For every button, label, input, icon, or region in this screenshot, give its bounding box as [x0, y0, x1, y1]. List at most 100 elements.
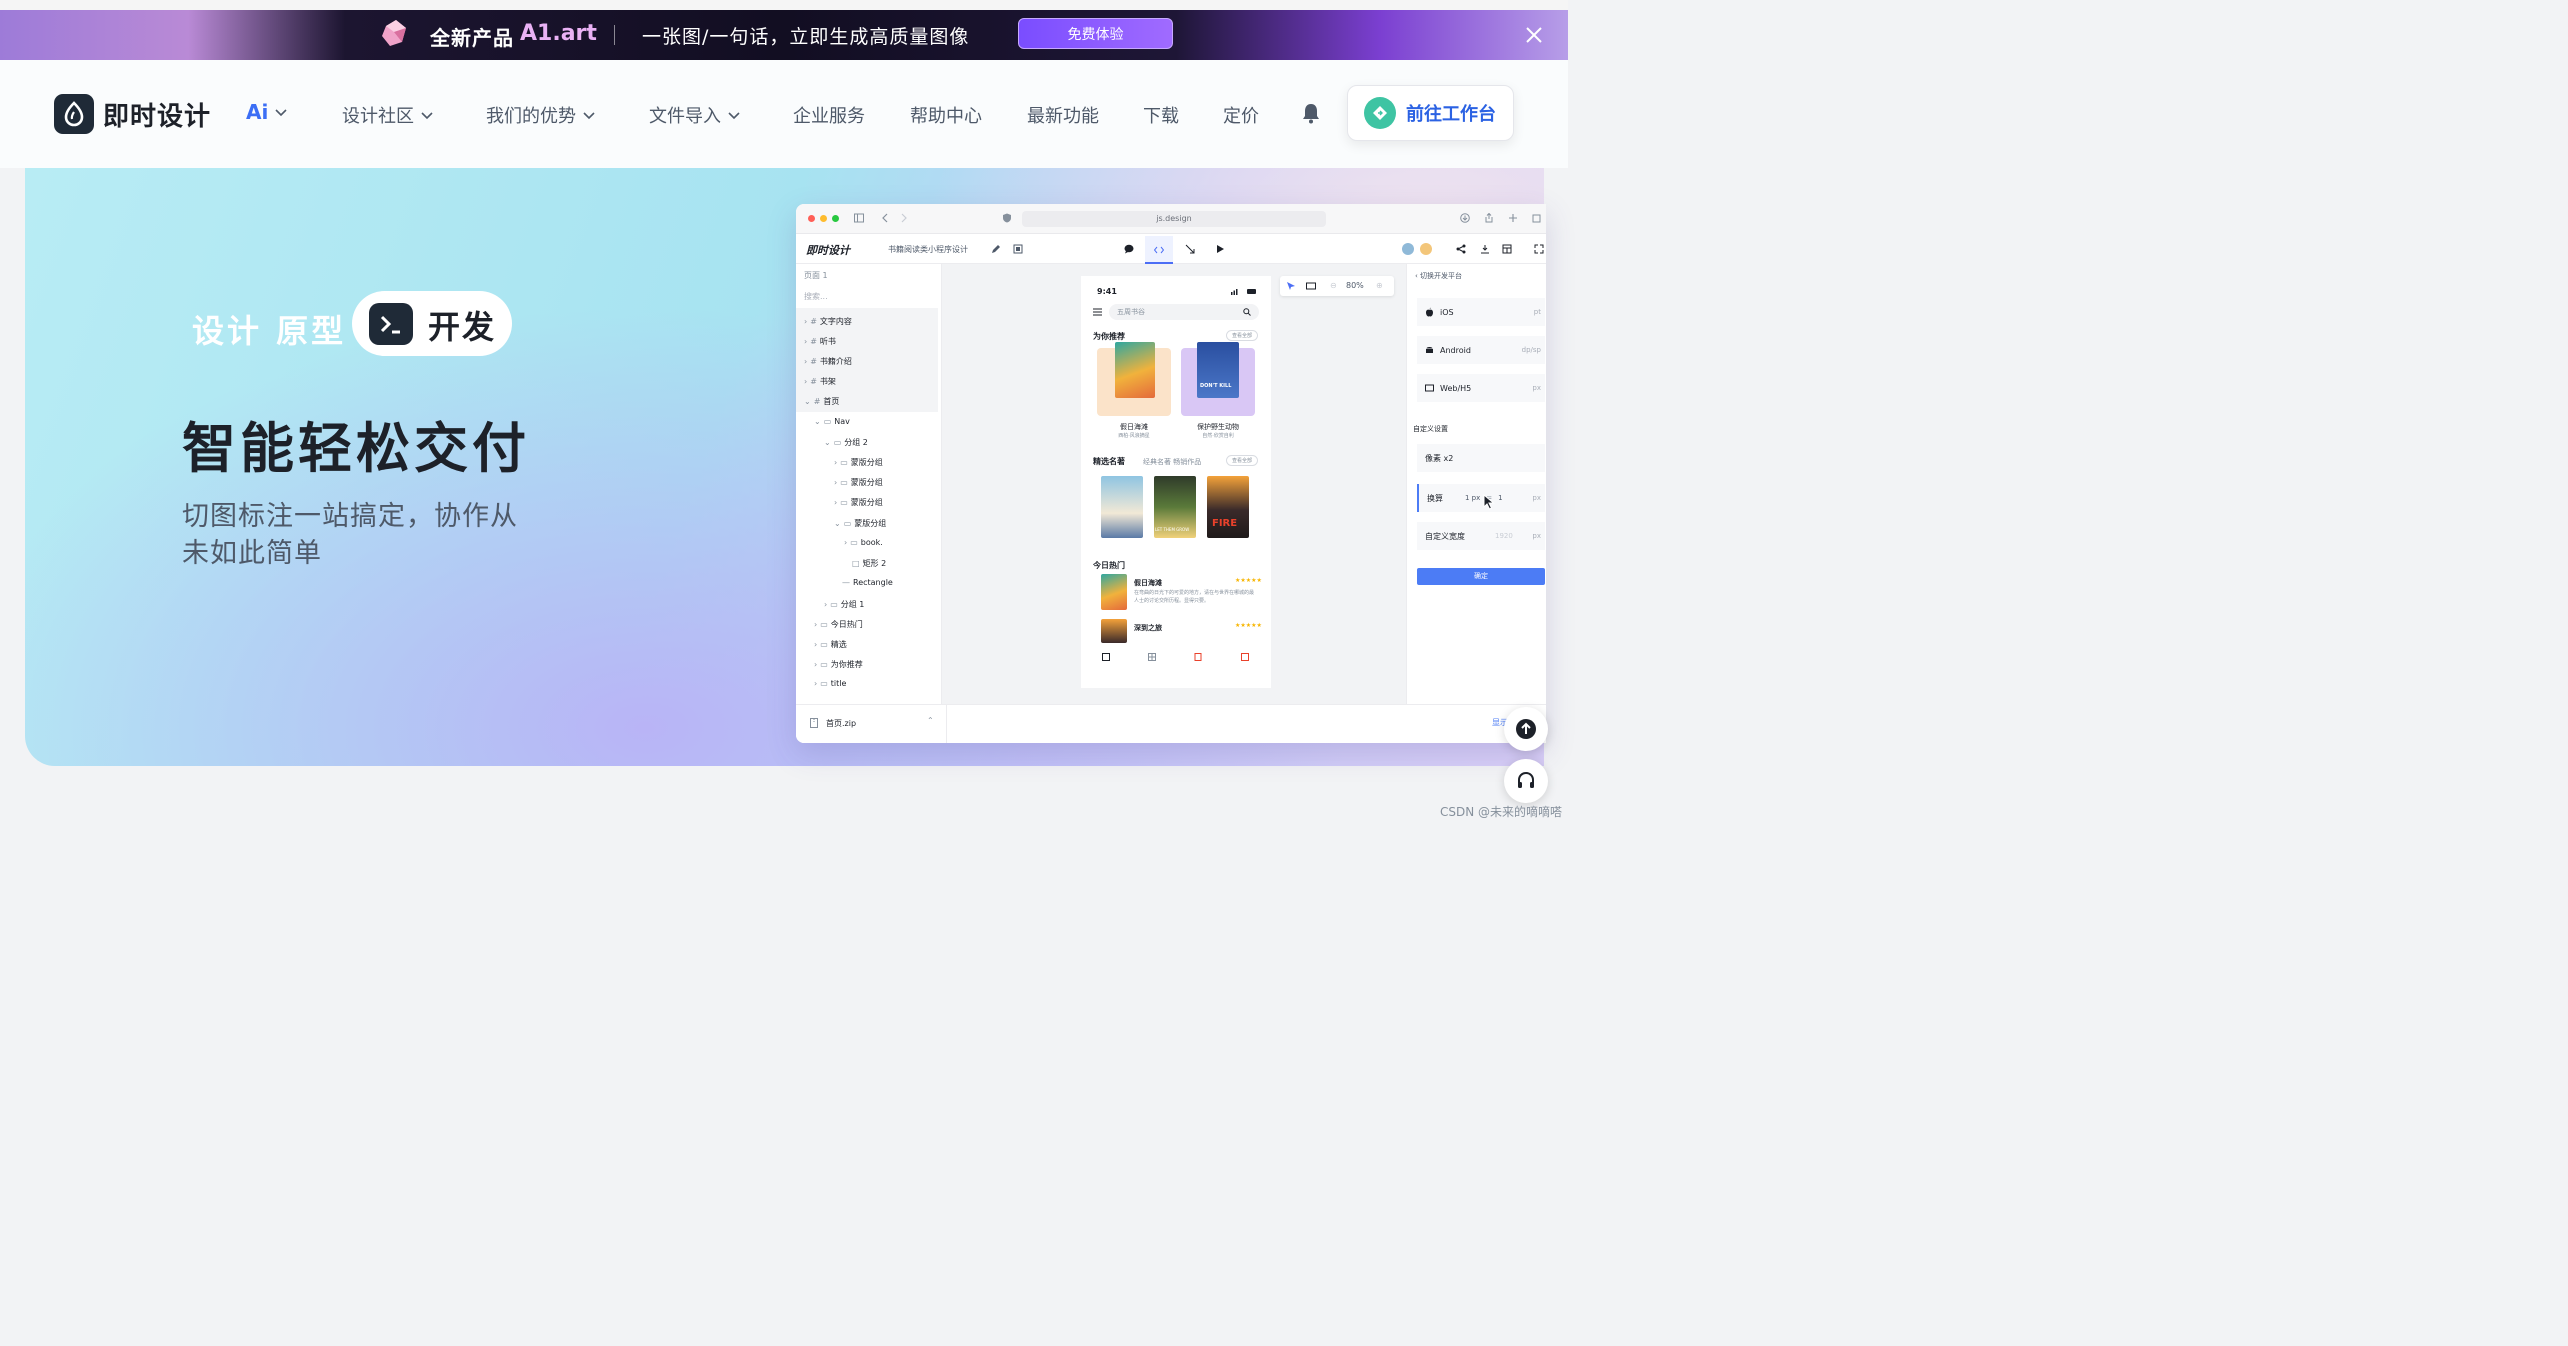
- download-bar: 首页.zip ⌃ 显示: [796, 704, 1546, 743]
- pen-icon: [992, 245, 1000, 253]
- go-to-workbench-button[interactable]: 前往工作台: [1347, 85, 1514, 141]
- platform-unit: dp/sp: [1521, 346, 1541, 354]
- shield-icon: [1003, 213, 1011, 223]
- book-cover: [1115, 342, 1155, 398]
- book-title: 假日海滩: [1120, 423, 1148, 431]
- zoom-in-icon[interactable]: ⊕: [1376, 281, 1383, 290]
- promo-title: 全新产品: [430, 26, 514, 50]
- design-canvas[interactable]: 9:41 五周书谷 为你推荐 查看全部 DON'T KILL 假日海滩 西柏·风…: [942, 264, 1406, 704]
- conversion-from: 1 px: [1465, 494, 1481, 502]
- code-icon: [1154, 246, 1164, 254]
- conversion-unit: px: [1532, 494, 1541, 502]
- close-icon[interactable]: [1522, 23, 1546, 47]
- phone-search: 五周书谷: [1109, 304, 1259, 320]
- custom-width-value[interactable]: 1920: [1495, 532, 1513, 540]
- chevron-up-icon[interactable]: ⌃: [927, 716, 934, 725]
- platform-label: Android: [1440, 345, 1471, 355]
- rating-stars: ★★★★★: [1235, 577, 1262, 584]
- nav-help-center[interactable]: 帮助中心: [910, 102, 982, 128]
- promo-banner: 全新产品 A1.art 一张图/一句话，立即生成高质量图像 免费体验: [0, 10, 1568, 60]
- apple-icon: [1426, 307, 1433, 317]
- tabs-icon: [1532, 214, 1541, 223]
- layer-item[interactable]: › # 文字内容: [804, 316, 852, 327]
- nav-file-import[interactable]: 文件导入: [649, 102, 741, 128]
- unit-conversion-row[interactable]: 换算 1 px = 1 px: [1417, 484, 1545, 512]
- share-icon: [1456, 244, 1466, 254]
- layer-item[interactable]: ⌄ # 首页: [804, 396, 839, 407]
- platform-ios[interactable]: iOS pt: [1417, 298, 1545, 326]
- confirm-button[interactable]: 确定: [1417, 568, 1545, 585]
- chevron-down-icon: [728, 112, 740, 120]
- search-icon: [1243, 308, 1251, 316]
- chevron-down-icon: [421, 112, 433, 120]
- layer-item[interactable]: □ 矩形 2: [852, 558, 886, 569]
- layer-item[interactable]: › ▭ title: [814, 679, 846, 688]
- zoom-level[interactable]: 80%: [1346, 281, 1364, 290]
- component-icon: [1013, 244, 1023, 254]
- book-card: [1097, 342, 1171, 416]
- browser-chrome: js.design: [796, 204, 1546, 234]
- pointer-icon[interactable]: [1286, 281, 1296, 291]
- share-icon: [1485, 213, 1493, 223]
- nav-download[interactable]: 下载: [1143, 102, 1179, 128]
- nav-new-features[interactable]: 最新功能: [1027, 102, 1099, 128]
- conversion-label: 换算: [1427, 493, 1443, 503]
- view-all-chip: 查看全部: [1226, 330, 1258, 341]
- nav-pricing[interactable]: 定价: [1223, 102, 1259, 128]
- promo-product: A1.art: [520, 21, 597, 46]
- layer-item[interactable]: › ▭ 蒙版分组: [834, 497, 883, 508]
- custom-width-unit: px: [1532, 532, 1541, 540]
- brand-name[interactable]: 即时设计: [103, 96, 211, 133]
- layer-item[interactable]: › ▭ 蒙版分组: [834, 477, 883, 488]
- gem-icon: [382, 20, 406, 46]
- platform-android[interactable]: Android dp/sp: [1417, 336, 1545, 364]
- layer-item[interactable]: ⌄ ▭ 分组 2: [824, 437, 868, 448]
- custom-width-row[interactable]: 自定义宽度 1920 px: [1417, 522, 1545, 550]
- section-hot: 今日热门: [1093, 561, 1125, 570]
- customer-support-button[interactable]: [1504, 759, 1548, 803]
- zoom-out-icon[interactable]: ⊖: [1330, 281, 1337, 290]
- platform-switch-header[interactable]: ‹ 切换开发平台: [1415, 271, 1462, 281]
- scroll-to-top-button[interactable]: [1504, 707, 1548, 751]
- promo-description: 一张图/一句话，立即生成高质量图像: [642, 26, 970, 48]
- layer-item[interactable]: › ▭ 分组 1: [824, 599, 864, 610]
- layer-item[interactable]: › ▭ book.: [844, 538, 883, 547]
- layer-item[interactable]: › # 书籍介绍: [804, 356, 852, 367]
- view-all-chip: 查看全部: [1226, 455, 1258, 466]
- layer-item[interactable]: › ▭ 精选: [814, 639, 847, 650]
- editor-toolbar: 即时设计 书籍阅读类小程序设计: [796, 234, 1546, 264]
- download-filename[interactable]: 首页.zip: [826, 718, 856, 729]
- platform-web[interactable]: Web/H5 px: [1417, 374, 1545, 402]
- window-close-dot: [808, 215, 815, 222]
- avatar: [1420, 243, 1432, 255]
- layer-item[interactable]: › # 书架: [804, 376, 836, 387]
- page-selector[interactable]: 页面 1: [804, 270, 828, 281]
- brand-logo-icon[interactable]: [54, 94, 94, 134]
- pixel-scale-select[interactable]: 像素 x2: [1417, 444, 1545, 472]
- layer-item[interactable]: › # 听书: [804, 336, 836, 347]
- nav-design-community[interactable]: 设计社区: [342, 102, 434, 128]
- status-icons: [1231, 289, 1256, 295]
- ruler-icon[interactable]: [1306, 281, 1316, 291]
- layer-item[interactable]: › ▭ 蒙版分组: [834, 457, 883, 468]
- nav-label: 我们的优势: [486, 106, 576, 127]
- fullscreen-icon: [1534, 244, 1544, 254]
- layout-icon: [1502, 244, 1512, 254]
- hot-item: 深到之旅 ★★★★★: [1101, 619, 1262, 659]
- platform-label: iOS: [1440, 307, 1454, 317]
- layer-item[interactable]: › ▭ 为你推荐: [814, 659, 863, 670]
- conversion-to[interactable]: 1: [1498, 494, 1502, 502]
- free-trial-button[interactable]: 免费体验: [1018, 18, 1173, 49]
- arrow-up-icon: [1516, 719, 1536, 739]
- bell-icon[interactable]: [1300, 102, 1322, 124]
- nav-enterprise[interactable]: 企业服务: [793, 102, 865, 128]
- nav-advantages[interactable]: 我们的优势: [486, 102, 596, 128]
- hot-title: 深到之旅: [1134, 624, 1162, 632]
- layer-item[interactable]: ⌄ ▭ Nav: [814, 417, 850, 426]
- layer-item[interactable]: ⌄ ▭ 蒙版分组: [834, 518, 886, 529]
- layer-search[interactable]: 搜索...: [804, 291, 828, 302]
- layer-item[interactable]: — Rectangle: [842, 578, 893, 587]
- workbench-label: 前往工作台: [1406, 104, 1496, 125]
- nav-ai[interactable]: Ai: [246, 100, 288, 124]
- layer-item[interactable]: › ▭ 今日热门: [814, 619, 863, 630]
